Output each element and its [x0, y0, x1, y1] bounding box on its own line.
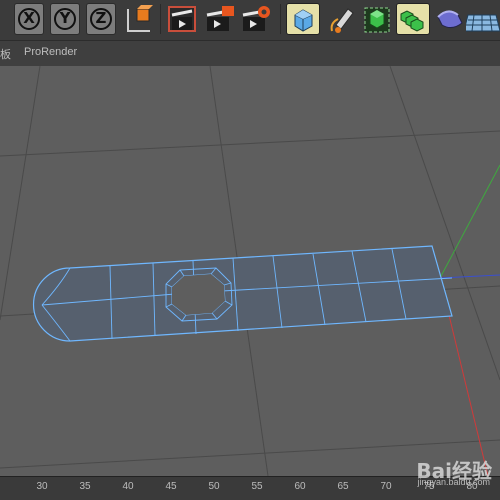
timeline-tick: 40 [122, 481, 134, 492]
toolbar: X Y Z [0, 0, 500, 40]
render-to-picture-viewer-button[interactable] [204, 3, 238, 35]
toolbar-separator [160, 4, 161, 34]
timeline-tick: 65 [337, 481, 349, 492]
floor-icon [463, 14, 500, 32]
coordinate-system-button[interactable] [122, 3, 156, 35]
coordinate-system-icon [127, 5, 153, 32]
subdivision-surface-icon [364, 7, 390, 33]
timeline-tick: 50 [208, 481, 220, 492]
watermark: Bai经验 jingyan.baidu.com [416, 455, 492, 487]
subdivision-surface-button[interactable] [360, 3, 394, 35]
y-axis-label: Y [59, 9, 71, 27]
toolbar-separator [280, 4, 281, 34]
array-button[interactable] [396, 3, 430, 35]
3d-viewport[interactable] [0, 66, 500, 476]
render-view-button[interactable] [166, 3, 200, 35]
watermark-url: jingyan.baidu.com [417, 477, 490, 487]
menu-item-prorender[interactable]: ProRender [24, 46, 77, 58]
menu-bar: 板 ProRender [0, 40, 500, 66]
render-settings-button[interactable] [240, 3, 274, 35]
timeline-tick: 45 [165, 481, 177, 492]
timeline-tick: 35 [79, 481, 91, 492]
z-axis-label: Z [95, 9, 107, 27]
x-axis-lock-button[interactable]: X [14, 3, 44, 35]
x-axis-label: X [23, 9, 35, 27]
bend-deformer-button[interactable] [432, 3, 466, 35]
array-icon [400, 10, 424, 32]
pen-icon [330, 8, 354, 33]
render-picture-viewer-icon [206, 6, 234, 31]
pen-tool-button[interactable] [324, 3, 358, 35]
render-view-icon [168, 6, 196, 32]
z-axis-lock-button[interactable]: Z [86, 3, 116, 35]
timeline-tick: 55 [251, 481, 263, 492]
cube-icon [294, 9, 313, 32]
cube-button[interactable] [286, 3, 320, 35]
floor-button[interactable] [463, 3, 500, 35]
menu-item-panel[interactable]: 板 [0, 46, 11, 62]
deformer-icon [437, 10, 463, 29]
timeline-tick: 30 [36, 481, 48, 492]
render-settings-icon [242, 6, 270, 31]
timeline-tick: 70 [380, 481, 392, 492]
timeline-tick: 60 [294, 481, 306, 492]
y-axis-lock-button[interactable]: Y [50, 3, 80, 35]
